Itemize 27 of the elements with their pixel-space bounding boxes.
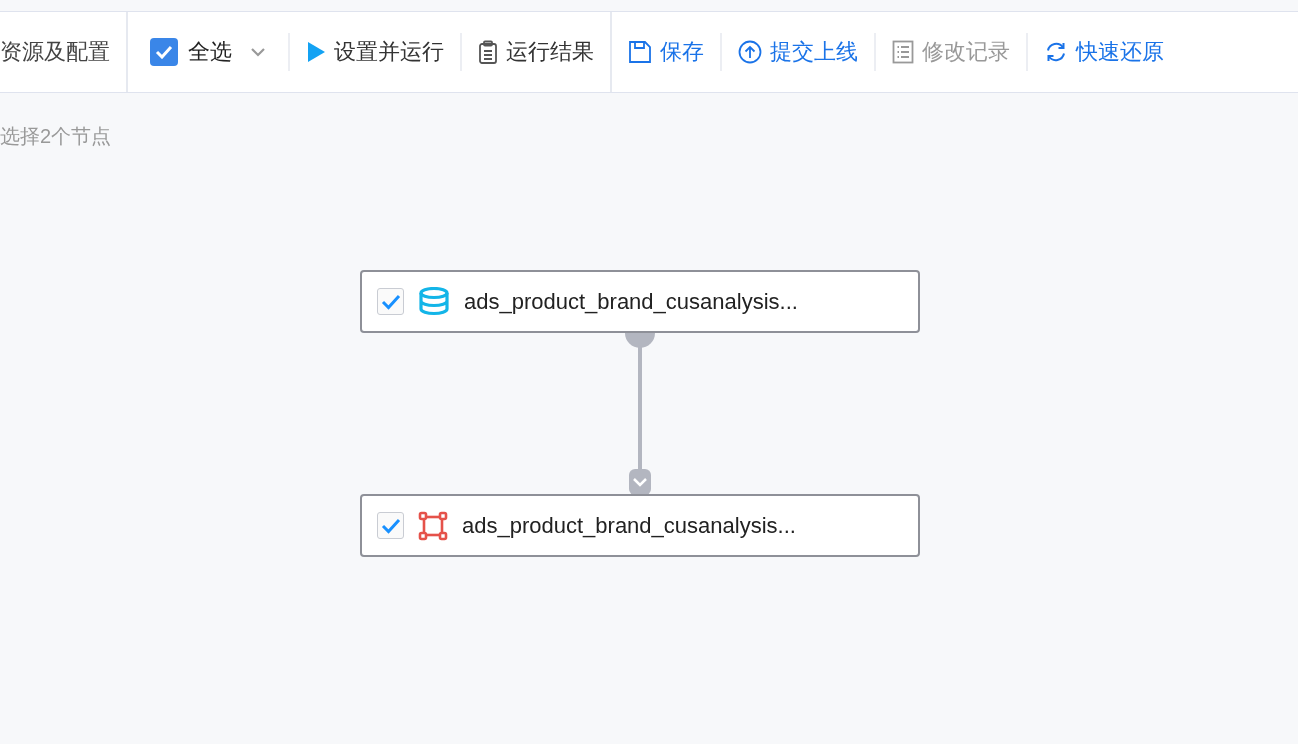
checkbox[interactable]	[377, 288, 404, 315]
flow-node[interactable]: ads_product_brand_cusanalysis...	[360, 270, 920, 333]
shape-icon	[418, 510, 448, 541]
restore-button[interactable]: 快速还原	[1028, 37, 1180, 67]
list-icon	[892, 40, 914, 64]
config-tab[interactable]: 资源及配置	[0, 12, 128, 92]
flow-node[interactable]: ads_product_brand_cusanalysis...	[360, 494, 920, 557]
clipboard-icon	[478, 40, 498, 64]
select-all-checkbox[interactable]: 全选	[144, 36, 288, 68]
upload-icon	[738, 40, 762, 64]
checkbox[interactable]	[150, 38, 178, 66]
node-label: ads_product_brand_cusanalysis...	[462, 512, 796, 539]
selection-status: 选择2个节点	[0, 124, 112, 149]
refresh-icon	[1044, 40, 1068, 64]
check-icon	[155, 45, 173, 59]
play-icon	[306, 41, 326, 63]
check-icon	[380, 517, 401, 534]
database-icon	[418, 286, 450, 317]
run-button[interactable]: 设置并运行	[290, 37, 460, 67]
save-icon	[628, 40, 652, 64]
result-button[interactable]: 运行结果	[462, 37, 610, 67]
check-icon	[380, 293, 401, 310]
chevron-down-icon[interactable]	[250, 47, 266, 57]
submit-button[interactable]: 提交上线	[722, 37, 874, 67]
node-label: ads_product_brand_cusanalysis...	[464, 288, 798, 315]
save-button[interactable]: 保存	[612, 37, 720, 67]
checkbox[interactable]	[377, 512, 404, 539]
